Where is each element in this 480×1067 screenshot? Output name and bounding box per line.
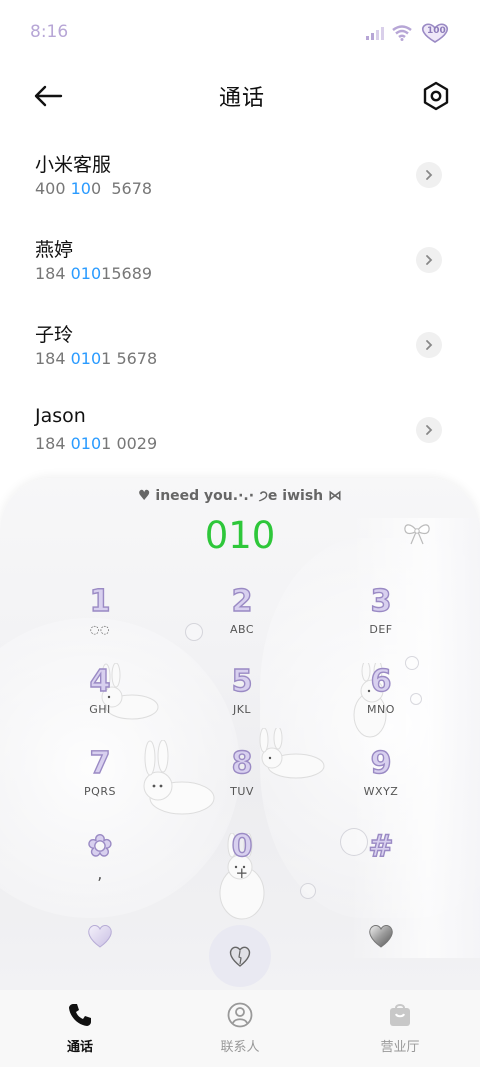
contact-row[interactable]: Jason 184 0101 0029 [0,395,480,480]
settings-icon [423,81,449,111]
key-3[interactable]: 3 DEF [321,584,441,655]
key-9[interactable]: 9 WXYZ [321,746,441,817]
dialer-tagline: ♥ ineed you.·.· ੭e iwish ⋈ [137,488,343,504]
contact-row[interactable]: 子玲 184 0101 5678 [0,310,480,395]
contact-name: 子玲 [35,324,74,346]
battery-icon: 100 [420,23,450,43]
key-5[interactable]: 5 JKL [182,664,302,735]
key-letters: WXYZ [363,785,399,798]
key-digit: 2 [231,584,253,619]
chevron-right-icon [426,425,433,435]
key-letters: TUV [230,785,254,798]
chevron-right-icon [426,170,433,180]
key-letters: ABC [229,623,255,636]
key-letters: MNO [367,703,395,716]
bow-icon[interactable] [402,520,432,546]
key-digit: 7 [89,746,111,781]
contact-list: 小米客服 400 100 100 5678 燕婷 184 01015689 子玲… [0,140,480,480]
key-8[interactable]: 8 TUV [182,746,302,817]
voicemail-icon: ◌◌ [89,623,111,636]
key-letters: GHI [89,703,111,716]
tab-calls[interactable]: 通话 [20,990,140,1055]
phone-icon [69,1004,91,1026]
contact-row[interactable]: 小米客服 400 100 100 5678 [0,140,480,225]
key-letters: DEF [369,623,393,636]
key-digit: 1 [89,584,111,619]
settings-button[interactable] [418,78,454,114]
sim2-heart-button[interactable] [367,923,395,949]
status-icons: 100 [366,23,450,43]
bubble-decoration [300,883,316,899]
key-digit: 8 [231,746,253,781]
chevron-right-icon [426,255,433,265]
status-time: 8:16 [30,22,69,42]
key-1[interactable]: 1 ◌◌ [40,584,160,655]
battery-level: 100 [427,26,446,36]
contact-detail-button[interactable] [416,162,442,188]
contact-name: 小米客服 [35,154,112,176]
header: 通话 [0,68,480,124]
contact-number: 184 01015689 [35,264,153,283]
heart-call-icon [229,946,251,967]
contact-name: Jason [35,405,86,427]
key-0[interactable]: 0 + [182,829,302,900]
key-letters: + [235,864,249,882]
bottom-tab-bar: 通话 联系人 营业厅 [0,990,480,1067]
key-digit: 4 [89,664,111,699]
key-letters: PQRS [84,785,116,798]
contact-number: 400 100 100 5678 [35,179,153,198]
key-7[interactable]: 7 PQRS [40,746,160,817]
tab-label: 通话 [66,1040,93,1055]
key-digit: 0 [231,829,253,864]
key-digit: 9 [370,746,392,781]
tab-label: 营业厅 [380,1040,420,1055]
key-letters: , [97,864,103,883]
tab-service-hall[interactable]: 营业厅 [340,990,460,1055]
signal-icon [366,27,384,40]
dialer-panel: ♥ ineed you.·.· ੭e iwish ⋈ 010 1 ◌◌ 2 AB… [0,478,480,998]
contact-name: 燕婷 [35,239,74,261]
status-bar: 8:16 100 [0,0,480,66]
key-2[interactable]: 2 ABC [182,584,302,655]
back-arrow-icon [34,85,63,107]
page-title: 通话 [218,86,265,111]
tab-label: 联系人 [220,1040,260,1055]
key-digit: # [368,829,395,864]
key-letters: JKL [232,703,252,716]
contact-detail-button[interactable] [416,417,442,443]
sim1-heart-button[interactable] [86,923,114,949]
contact-row[interactable]: 燕婷 184 01015689 [0,225,480,310]
key-digit: 5 [231,664,253,699]
key-digit: 6 [370,664,392,699]
call-button[interactable] [209,925,271,987]
person-icon [227,1002,253,1028]
flower-icon: ✿ [87,829,114,864]
chevron-right-icon [426,340,433,350]
wifi-icon [392,25,412,41]
key-hash[interactable]: # [321,829,441,900]
key-4[interactable]: 4 GHI [40,664,160,735]
contact-detail-button[interactable] [416,247,442,273]
contact-number: 184 0101 5678 [35,349,158,368]
key-digit: 3 [370,584,392,619]
contact-detail-button[interactable] [416,332,442,358]
tab-contacts[interactable]: 联系人 [180,990,300,1055]
contact-number: 184 0101 0029 [35,434,158,453]
bag-icon [390,1004,410,1026]
back-button[interactable] [30,78,66,114]
key-6[interactable]: 6 MNO [321,664,441,735]
key-star[interactable]: ✿ , [40,829,160,900]
